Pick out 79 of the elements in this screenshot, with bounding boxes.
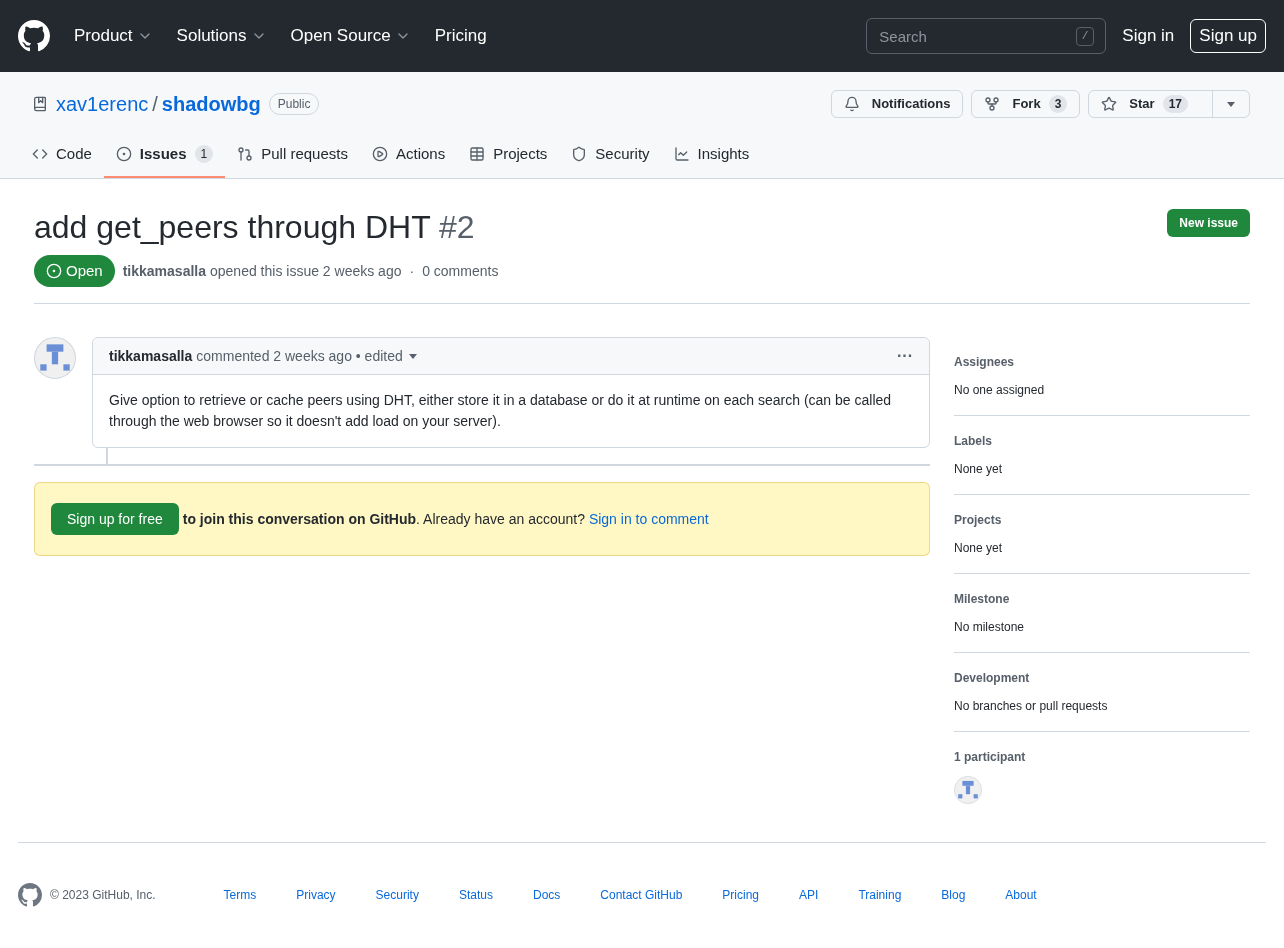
comment-count: 0 comments (422, 261, 499, 281)
sidebar-value: No milestone (954, 619, 1026, 636)
signup-message: to join this conversation on GitHub. Already have an account? Sign in to comment (182, 509, 709, 529)
author-link[interactable]: tikkamasalla (122, 260, 206, 282)
shield-icon (571, 146, 588, 162)
issue-icon (115, 146, 132, 162)
repo-owner-link[interactable]: xav1erenc (56, 89, 149, 119)
footer-link[interactable]: About (1005, 886, 1037, 904)
sidebar-value: No branches or pull requests (954, 698, 1109, 715)
new-issue-button[interactable]: New issue (1167, 209, 1250, 237)
nav-menu-item[interactable]: Open Source (290, 23, 411, 49)
footer-link[interactable]: Docs (532, 886, 561, 904)
footer-link[interactable]: Blog (941, 886, 966, 904)
sidebar-heading: Labels (954, 433, 993, 450)
fork-icon (984, 96, 1001, 112)
footer-link[interactable]: Training (858, 886, 902, 904)
button-label: Notifications (871, 95, 951, 114)
sidebar-heading: Milestone (954, 591, 1011, 608)
dropdown-caret-icon (1212, 91, 1237, 117)
comment-meta: commented 2 weeks ago • edited (196, 346, 403, 366)
footer-link[interactable]: Pricing (722, 886, 760, 904)
sign-in-to-comment-link[interactable]: Sign in to comment (588, 510, 709, 527)
github-logo-icon[interactable] (18, 20, 50, 52)
sidebar-value: None yet (954, 461, 1004, 478)
counter: 3 (1048, 95, 1068, 113)
button-label: Star (1129, 95, 1155, 114)
repo-icon (32, 96, 48, 112)
code-icon (32, 146, 48, 162)
more-options-button[interactable]: ··· (897, 344, 913, 368)
repo-tab[interactable]: Issues 1 (103, 132, 226, 178)
separator-dot: · (409, 261, 415, 281)
footer-link[interactable]: Privacy (296, 886, 336, 904)
footer-link[interactable]: API (799, 886, 819, 904)
notifications-button[interactable]: Notifications (830, 90, 964, 118)
star-button[interactable]: Star 17 (1088, 90, 1250, 118)
button-label: Fork (1012, 95, 1041, 114)
repo-name-link[interactable]: shadowbg (161, 89, 261, 119)
state-label: Open (34, 255, 115, 287)
sidebar-value: No one assigned (954, 382, 1046, 399)
footer-link[interactable]: Status (458, 886, 493, 904)
shortcut-key: / (1075, 27, 1095, 46)
repo-tab[interactable]: Actions (359, 132, 458, 178)
counter: 17 (1162, 95, 1188, 113)
footer-link[interactable]: Security (375, 886, 419, 904)
graph-icon (673, 146, 690, 162)
issue-meta: opened this issue 2 weeks ago (210, 261, 402, 281)
play-icon (371, 146, 388, 162)
footer-link[interactable]: Terms (223, 886, 257, 904)
repo-tab[interactable]: Pull requests (225, 132, 360, 178)
avatar-icon (34, 337, 76, 379)
star-icon (1101, 96, 1118, 112)
sign-up-button[interactable]: Sign up (1190, 19, 1266, 53)
pull-request-icon (237, 146, 254, 162)
table-icon (469, 146, 486, 162)
nav-menu-item[interactable]: Solutions (176, 23, 267, 49)
sign-up-for-free-button[interactable]: Sign up for free (51, 503, 179, 535)
repo-tab[interactable]: Code (20, 132, 104, 178)
nav-menu-item[interactable]: Product (74, 23, 153, 49)
sidebar-heading: Projects (954, 512, 1003, 529)
sidebar-heading: Assignees (954, 354, 1016, 371)
sidebar-heading: Development (954, 670, 1031, 687)
bell-icon (843, 96, 860, 112)
comment-author-link[interactable]: tikkamasalla (109, 345, 193, 367)
path-separator: / (152, 92, 158, 117)
footer-link[interactable]: Contact GitHub (600, 886, 683, 904)
copyright: © 2023 GitHub, Inc. (50, 887, 156, 904)
fork-button[interactable]: Fork 3 (971, 90, 1081, 118)
sign-in-link[interactable]: Sign in (1122, 23, 1175, 49)
open-issue-icon (46, 263, 62, 279)
sidebar-heading: 1 participant (954, 749, 1027, 766)
repo-tab[interactable]: Insights (661, 132, 762, 178)
comment-body: Give option to retrieve or cache peers using DHT, either store it in a database or do it at runtime on each search (can be called through the web browser so it doesn't add load on your server). (108, 391, 893, 431)
counter: 1 (194, 145, 214, 163)
nav-menu-item[interactable]: Pricing (434, 23, 487, 49)
issue-title: add get_peers through DHT #2 (34, 208, 475, 247)
repo-tab[interactable]: Projects (457, 132, 560, 178)
avatar-icon (954, 776, 982, 804)
sidebar-value: None yet (954, 540, 1004, 557)
repo-tab[interactable]: Security (559, 132, 662, 178)
